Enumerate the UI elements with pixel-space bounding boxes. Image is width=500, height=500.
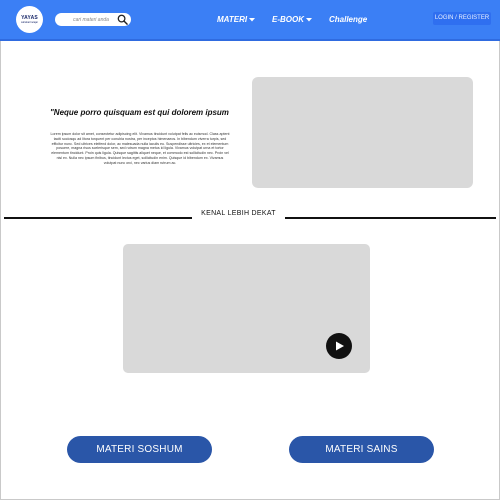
chevron-down-icon [306, 18, 312, 22]
nav-item-challenge-label: Challenge [329, 15, 368, 24]
section-divider-right [285, 217, 496, 219]
section-divider-left [4, 217, 192, 219]
hero-image-placeholder [252, 77, 473, 188]
search-input[interactable] [55, 14, 121, 25]
logo-tagline: sahabat belajar [20, 20, 39, 24]
logo-mark: YAYAS sahabat belajar [20, 15, 40, 25]
nav-item-ebook-label: E-BOOK [272, 15, 304, 24]
nav-item-challenge[interactable]: Challenge [329, 15, 367, 24]
materi-soshum-button[interactable]: MATERI SOSHUM [67, 436, 212, 463]
site-logo[interactable]: YAYAS sahabat belajar [16, 6, 43, 33]
section-title: KENAL LEBIH DEKAT [201, 210, 276, 217]
search-icon[interactable] [117, 14, 128, 25]
nav-item-materi-label: MATERI [217, 15, 248, 24]
search-box [55, 13, 131, 26]
login-register-button[interactable]: LOGIN / REGISTER [433, 12, 491, 25]
nav-item-materi[interactable]: MATERI [217, 15, 256, 24]
hero-quote: "Neque porro quisquam est qui dolorem ip… [50, 108, 229, 117]
chevron-down-icon [249, 18, 256, 22]
nav-item-ebook[interactable]: E-BOOK [272, 15, 312, 24]
play-icon [336, 341, 344, 351]
materi-sains-button[interactable]: MATERI SAINS [289, 436, 434, 463]
top-navbar: YAYAS sahabat belajar MATERI E-BOOK Chal… [0, 0, 500, 41]
hero-body-text: Lorem ipsum dolor sit amet, consectetur … [50, 132, 230, 165]
play-button[interactable] [326, 333, 352, 359]
